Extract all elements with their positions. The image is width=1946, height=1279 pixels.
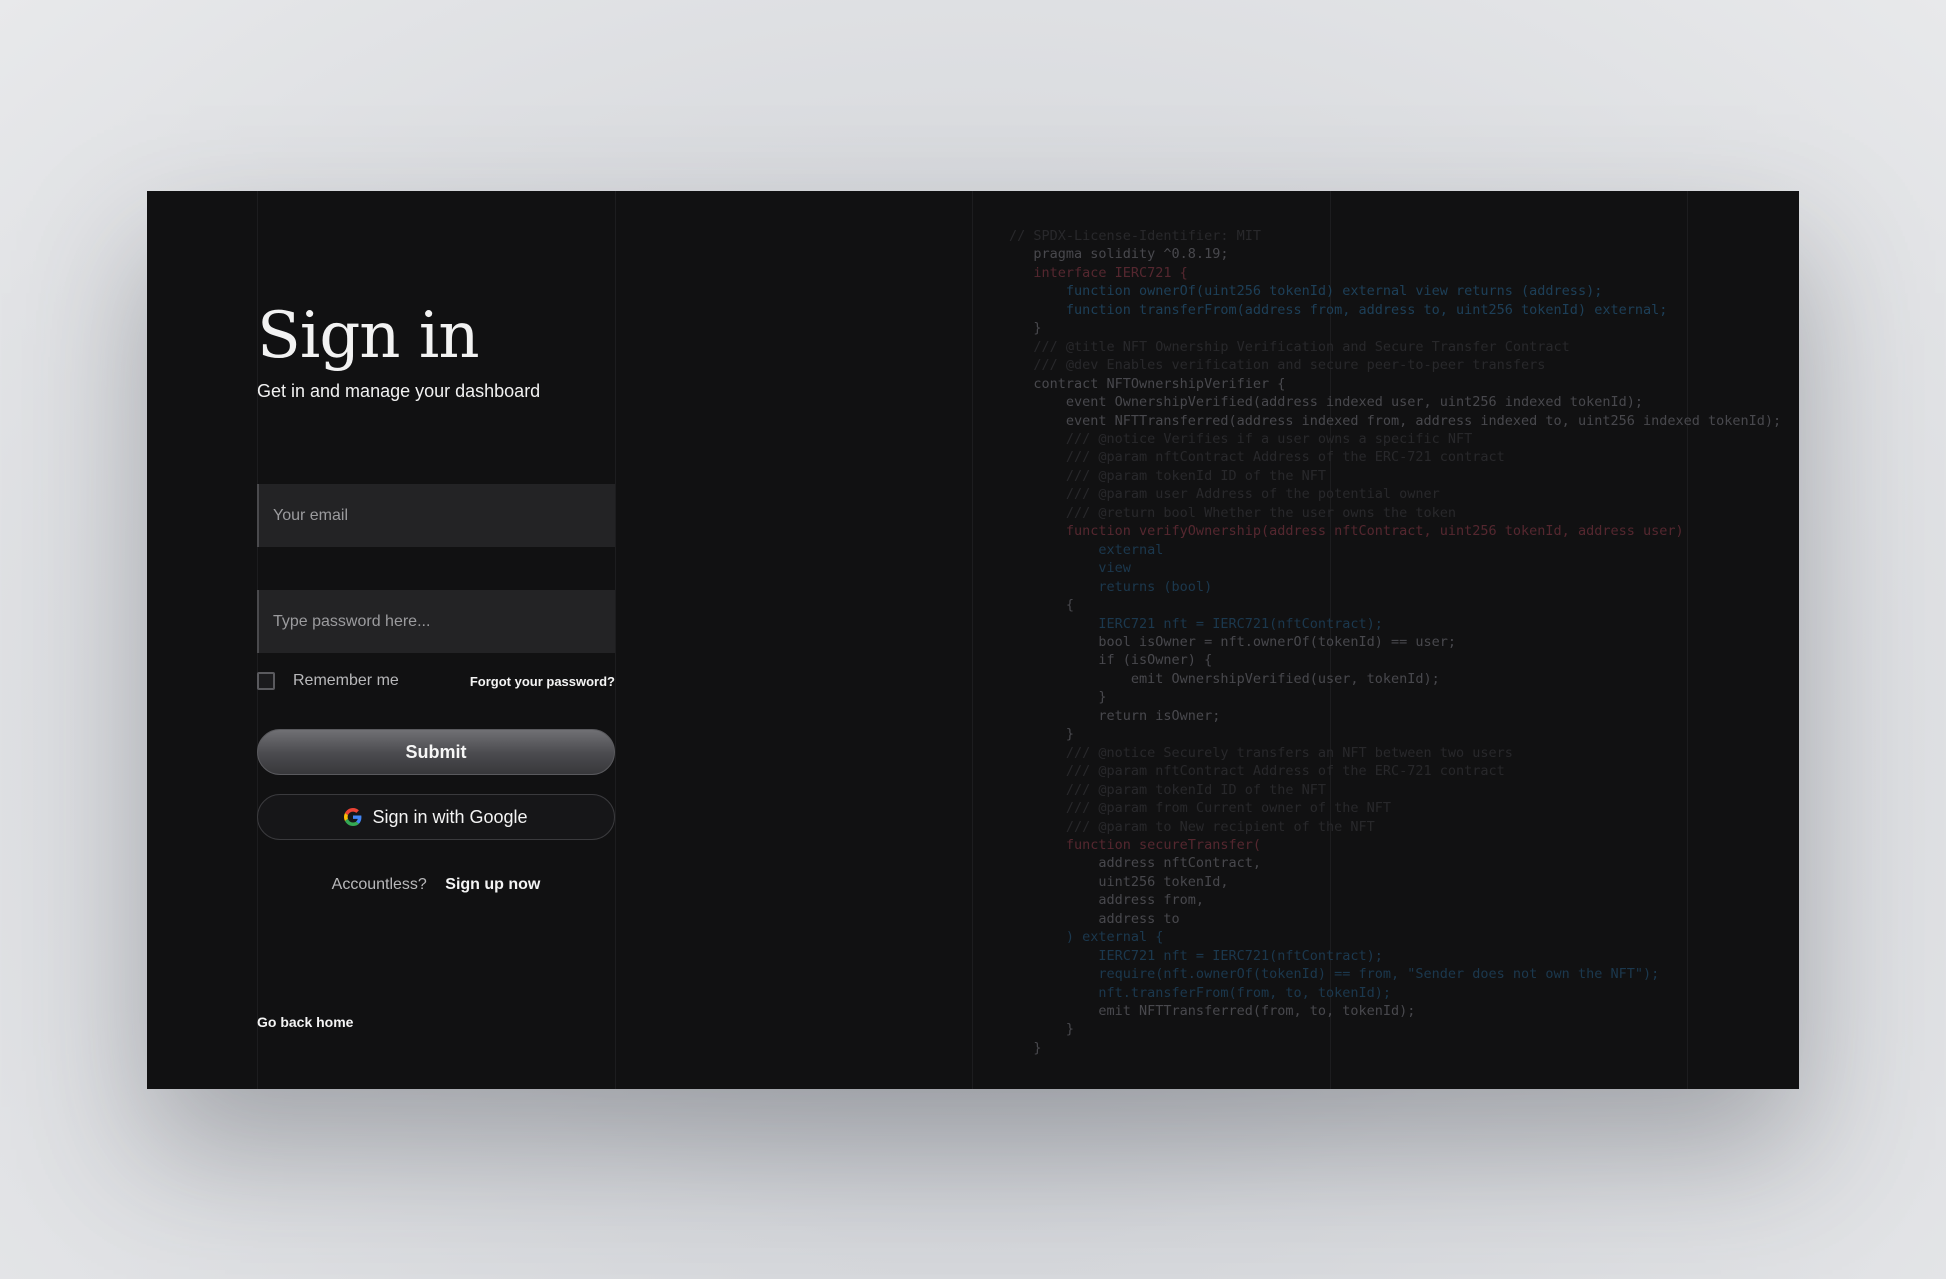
code-line: emit NFTTransferred(from, to, tokenId); <box>1009 1003 1416 1020</box>
code-line: // SPDX-License-Identifier: MIT <box>1009 228 1261 244</box>
signin-frame: Sign in Get in and manage your dashboard… <box>147 191 1799 1089</box>
code-line: { <box>1009 597 1075 614</box>
code-line: IERC721 nft = IERC721(nftContract); <box>1009 615 1383 632</box>
google-signin-label: Sign in with Google <box>372 806 528 827</box>
code-line: uint256 tokenId, <box>1009 873 1229 890</box>
code-line: nft.transferFrom(from, to, tokenId); <box>1009 984 1392 1001</box>
code-line: } <box>1009 320 1042 337</box>
code-line: ) external { <box>1009 929 1164 946</box>
code-line: /// @return bool Whether the user owns t… <box>1009 504 1457 521</box>
code-line: require(nft.ownerOf(tokenId) == from, "S… <box>1009 966 1660 983</box>
submit-button[interactable]: Submit <box>257 729 615 775</box>
remember-checkbox[interactable] <box>257 672 275 690</box>
code-line: } <box>1009 726 1075 743</box>
code-line: emit OwnershipVerified(user, tokenId); <box>1009 670 1440 687</box>
google-icon <box>344 808 362 826</box>
code-line: /// @param from Current owner of the NFT <box>1009 800 1392 817</box>
code-line: function transferFrom(address from, addr… <box>1009 301 1668 318</box>
code-line: event NFTTransferred(address indexed fro… <box>1009 412 1782 429</box>
code-line: if (isOwner) { <box>1009 652 1213 669</box>
code-line: /// @param to New recipient of the NFT <box>1009 818 1375 835</box>
code-line: function ownerOf(uint256 tokenId) extern… <box>1009 283 1603 300</box>
code-line: address nftContract, <box>1009 855 1261 872</box>
signup-link[interactable]: Sign up now <box>445 876 540 893</box>
page-title: Sign in <box>257 299 480 373</box>
go-back-home-link[interactable]: Go back home <box>257 1014 353 1030</box>
code-line: /// @param tokenId ID of the NFT <box>1009 781 1326 798</box>
accountless-text: Accountless? <box>331 876 427 893</box>
code-line: /// @param tokenId ID of the NFT <box>1009 467 1326 484</box>
code-line: /// @param user Address of the potential… <box>1009 486 1440 503</box>
page-subtitle: Get in and manage your dashboard <box>257 381 541 401</box>
code-line: returns (bool) <box>1009 578 1213 595</box>
guide-line <box>615 191 616 1089</box>
code-line: external <box>1009 541 1164 558</box>
code-line: /// @notice Securely transfers an NFT be… <box>1009 744 1513 761</box>
code-line: /// @title NFT Ownership Verification an… <box>1009 338 1570 355</box>
signup-row: Accountless? Sign up now <box>257 876 615 894</box>
password-field[interactable] <box>257 590 615 653</box>
code-line: /// @notice Verifies if a user owns a sp… <box>1009 430 1473 447</box>
code-line: contract NFTOwnershipVerifier { <box>1009 375 1286 392</box>
code-line: function verifyOwnership(address nftCont… <box>1009 523 1684 540</box>
code-line: } <box>1009 689 1107 706</box>
code-line: function secureTransfer( <box>1009 836 1261 853</box>
code-line: event OwnershipVerified(address indexed … <box>1009 394 1643 411</box>
code-line: /// @param nftContract Address of the ER… <box>1009 763 1505 780</box>
code-line: } <box>1009 1021 1075 1038</box>
code-line: address to <box>1009 910 1180 927</box>
guide-line <box>972 191 973 1089</box>
code-background: // SPDX-License-Identifier: MIT pragma s… <box>1009 227 1799 1057</box>
code-line: IERC721 nft = IERC721(nftContract); <box>1009 947 1383 964</box>
remember-label: Remember me <box>293 672 399 689</box>
code-line: /// @dev Enables verification and secure… <box>1009 357 1546 374</box>
code-line: bool isOwner = nft.ownerOf(tokenId) == u… <box>1009 633 1457 650</box>
google-signin-button[interactable]: Sign in with Google <box>257 794 615 840</box>
forgot-password-link[interactable]: Forgot your password? <box>467 674 615 689</box>
code-line: } <box>1009 1039 1042 1056</box>
code-line: return isOwner; <box>1009 707 1221 724</box>
code-line: pragma solidity ^0.8.19; <box>1009 246 1229 263</box>
code-line: address from, <box>1009 892 1205 909</box>
code-line: /// @param nftContract Address of the ER… <box>1009 449 1505 466</box>
code-line: view <box>1009 560 1131 577</box>
email-field[interactable] <box>257 484 615 547</box>
code-line: interface IERC721 { <box>1009 264 1188 281</box>
remember-me[interactable]: Remember me <box>257 672 399 690</box>
